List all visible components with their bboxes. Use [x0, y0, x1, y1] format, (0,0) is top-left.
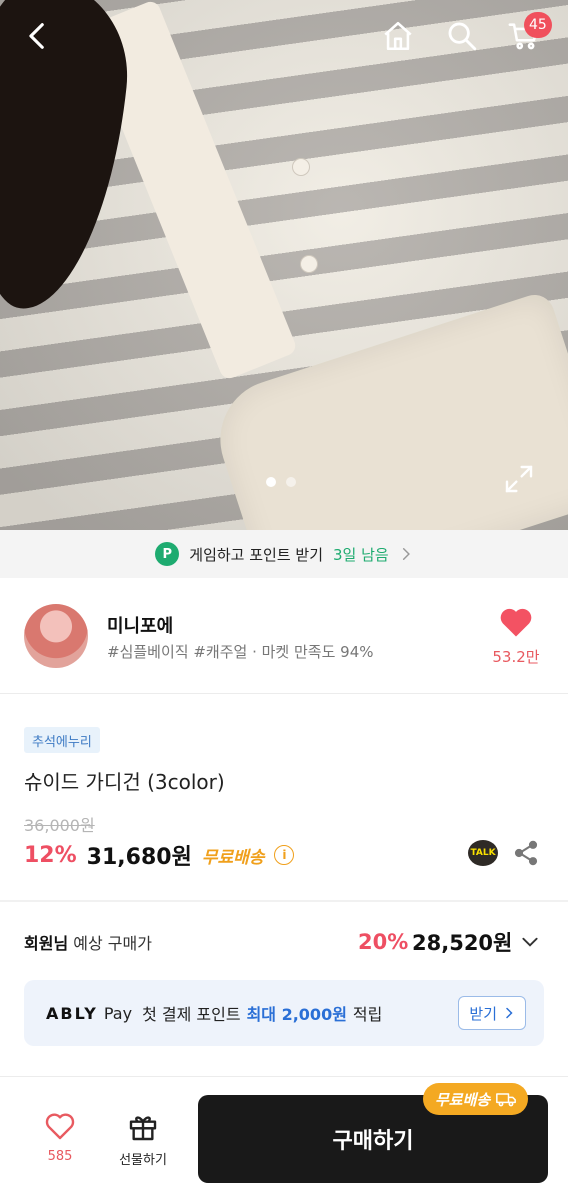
store-info-row[interactable]: 미니포에 #심플베이직 #캐주얼 · 마켓 만족도 94% 53.2만 [0, 578, 568, 694]
ably-pay-banner[interactable]: ABLY Pay 첫 결제 포인트 최대 2,000원 적립 받기 [24, 980, 544, 1046]
pay-banner-text: 첫 결제 포인트 [142, 1005, 241, 1024]
carousel-dot-active[interactable] [266, 477, 276, 487]
store-like-count: 53.2만 [492, 648, 540, 666]
receive-points-button[interactable]: 받기 [458, 996, 526, 1030]
sale-price: 31,680원 [86, 845, 192, 870]
chevron-right-icon [402, 548, 410, 560]
search-icon [448, 22, 477, 51]
chevron-right-icon [506, 1007, 513, 1019]
product-title: 슈이드 가디건 (3color) [24, 770, 225, 794]
product-image-carousel[interactable] [0, 0, 568, 530]
free-shipping-pill-label: 무료배송 [435, 1090, 491, 1109]
discount-rate: 12% [24, 842, 77, 868]
receive-button-label: 받기 [469, 1004, 497, 1023]
game-points-banner[interactable]: P 게임하고 포인트 받기 3일 남음 [0, 530, 568, 578]
search-button[interactable] [440, 14, 484, 58]
original-price: 36,000원 [24, 816, 95, 835]
game-banner-text: 게임하고 포인트 받기 [189, 545, 324, 564]
expand-icon[interactable] [503, 463, 535, 495]
back-button[interactable] [16, 14, 60, 58]
member-discount-rate: 20% [358, 930, 409, 954]
info-icon[interactable]: i [274, 845, 295, 865]
member-price: 28,520원 [412, 931, 513, 955]
store-like-button[interactable]: 53.2만 [484, 606, 548, 667]
heart-filled-icon [500, 608, 532, 637]
heart-outline-icon [45, 1113, 75, 1140]
store-tags: #심플베이직 #캐주얼 · 마켓 만족도 94% [107, 643, 374, 661]
free-shipping-pill: 무료배송 [423, 1083, 529, 1115]
pay-brand: Pay [103, 1003, 133, 1023]
favorite-count: 585 [47, 1149, 73, 1164]
store-avatar[interactable] [24, 604, 88, 668]
image-cardigan-button [292, 158, 310, 176]
chevron-down-icon[interactable] [520, 932, 540, 952]
gift-label: 선물하기 [119, 1153, 167, 1168]
member-price-label: 회원님 예상 구매가 [24, 934, 152, 953]
kakao-talk-button[interactable]: TALK [468, 840, 498, 866]
favorite-button[interactable]: 585 [30, 1111, 90, 1164]
share-icon[interactable] [512, 839, 540, 867]
gift-icon [129, 1116, 157, 1141]
home-button[interactable] [376, 14, 420, 58]
price-row: 12% 31,680원 무료배송 i [24, 839, 295, 871]
promo-tag: 추석에누리 [24, 727, 100, 753]
ably-brand: ABLY [46, 1003, 98, 1023]
free-shipping-label: 무료배송 [201, 847, 265, 868]
home-icon [384, 21, 412, 51]
section-divider [0, 900, 568, 902]
image-cardigan-button [300, 255, 318, 273]
carousel-dots [266, 477, 296, 487]
back-arrow-icon [29, 23, 44, 49]
member-price-row[interactable]: 회원님 예상 구매가 20% 28,520원 [0, 920, 568, 964]
cart-count-badge: 45 [524, 12, 552, 38]
carousel-dot[interactable] [286, 477, 296, 487]
pay-banner-suffix: 적립 [352, 1005, 383, 1024]
game-days-left: 3일 남음 [333, 545, 389, 564]
truck-icon [496, 1093, 517, 1107]
gift-button[interactable]: 선물하기 [108, 1111, 178, 1168]
points-badge-icon: P [155, 542, 180, 566]
pay-banner-max: 최대 2,000원 [246, 1005, 347, 1024]
store-name[interactable]: 미니포에 [107, 612, 173, 638]
